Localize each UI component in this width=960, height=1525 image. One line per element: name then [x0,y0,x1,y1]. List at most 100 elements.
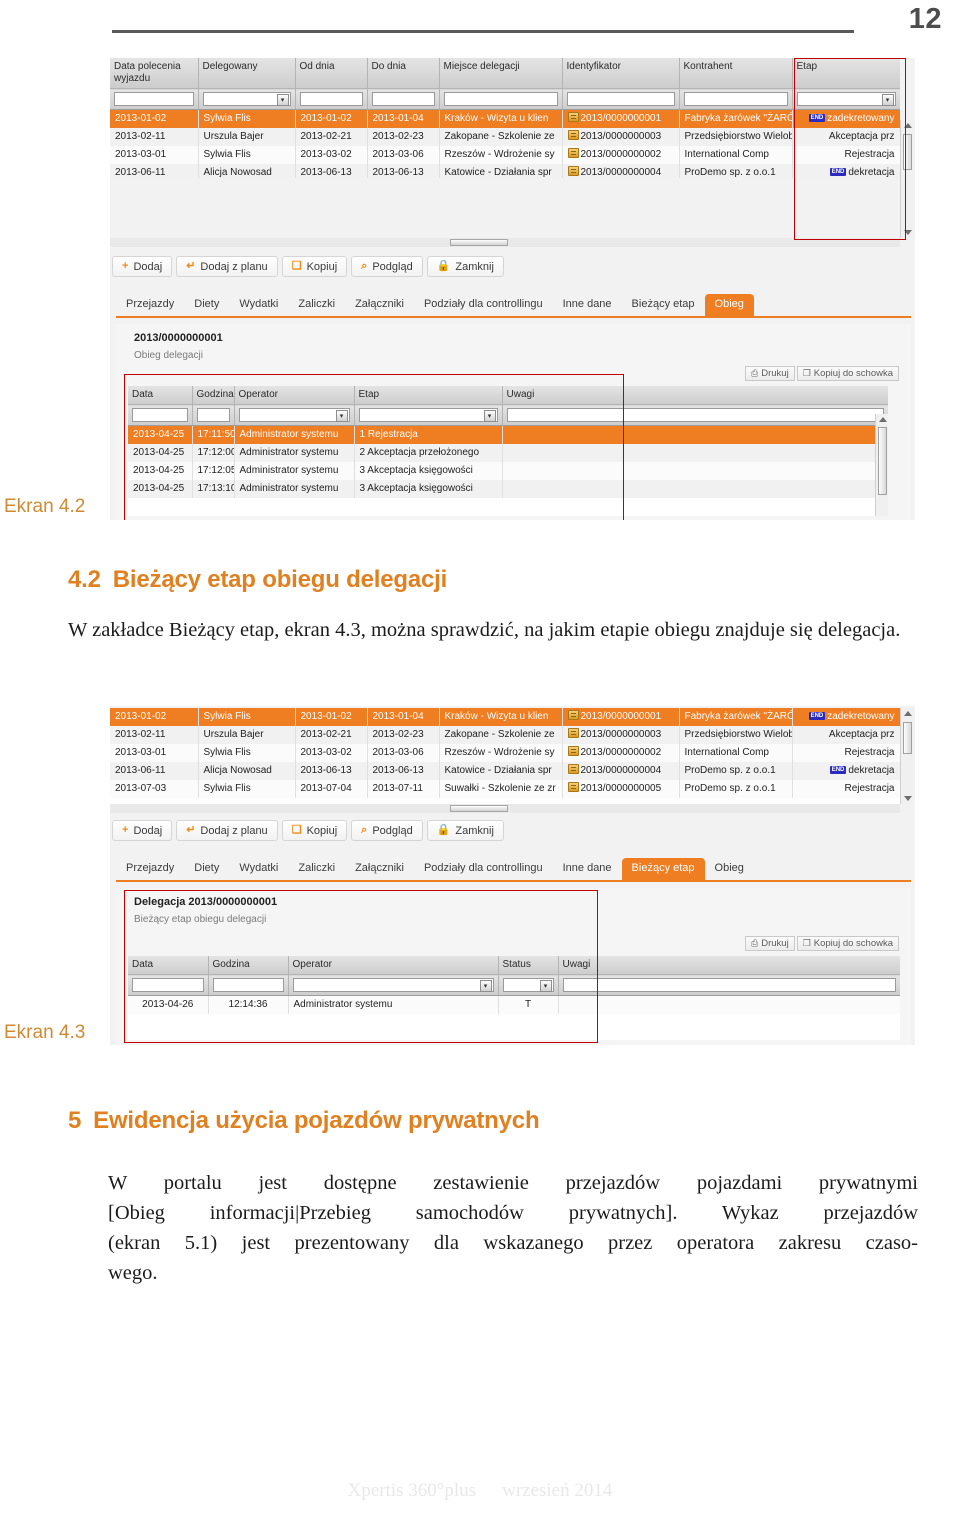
filter-input[interactable] [562,978,896,992]
filter-cell[interactable] [208,974,289,996]
toolbar-kopiuj-button[interactable]: ❏ Kopiuj [281,256,348,277]
tab-wydatki[interactable]: Wydatki [229,294,288,316]
scroll-down-arrow-icon[interactable] [904,796,912,801]
chevron-down-icon[interactable]: ▾ [881,94,894,106]
toolbar-2[interactable]: + Dodaj ↵ Dodaj z planu ❏ Kopiuj ⌕ Podgląd 🔒 Zamk… [112,820,504,841]
tab-obieg[interactable]: Obieg [704,294,754,316]
table-row[interactable]: 2013-07-03 Sylwia Flis 2013-07-04 2013-07-1… [110,780,900,798]
grid-column-header[interactable]: Miejsce delegacji [439,58,563,89]
filter-cell[interactable]: ▾ [198,88,296,110]
filter-input[interactable] [371,92,435,106]
filter-input[interactable]: ▾ [292,978,494,992]
table-row[interactable]: 2013-01-02 Sylwia Flis 2013-01-02 2013-01-0… [110,708,900,726]
tab-zaliczki[interactable]: Zaliczki [288,294,345,316]
filter-input[interactable] [506,408,884,422]
grid-vertical-scrollbar[interactable] [900,120,913,238]
table-row[interactable]: 2013-04-25 17:11:50 Administrator systemu 1… [128,425,888,444]
tab-bar[interactable]: Przejazdy Diety Wydatki Zaliczki Załączniki P… [116,294,911,318]
filter-cell[interactable]: ▾ [354,404,503,426]
filter-cell[interactable]: ▾ [498,974,559,996]
filter-input[interactable] [212,978,284,992]
kopiuj-do-schowka-button[interactable]: ❐ Kopiuj do schowka [796,936,899,951]
toolbar-dodaj-z-planu-button[interactable]: ↵ Dodaj z planu [176,820,278,841]
kopiuj-do-schowka-button[interactable]: ❐ Kopiuj do schowka [796,366,899,381]
table-row[interactable]: 2013-02-11 Urszula Bajer 2013-02-21 2013-02… [110,726,900,744]
hscroll-thumb[interactable] [450,239,508,246]
grid-column-header[interactable]: Delegowany [198,58,296,89]
filter-cell[interactable] [558,974,900,996]
scroll-up-arrow-icon[interactable] [904,123,912,128]
filter-cell[interactable] [367,88,440,110]
grid-column-header[interactable]: Identyfikator [562,58,680,89]
tab-obieg[interactable]: Obieg [705,858,754,880]
grid2-horizontal-scrollbar[interactable] [110,804,900,813]
chevron-down-icon[interactable]: ▾ [479,980,492,992]
tab-wydatki[interactable]: Wydatki [229,858,288,880]
filter-input[interactable] [132,978,204,992]
toolbar-kopiuj-button[interactable]: ❏ Kopiuj [281,820,348,841]
panel-action-buttons[interactable]: ⎙ Drukuj ❐ Kopiuj do schowka [745,366,899,381]
biezacy-column-header[interactable]: Operator [288,956,499,975]
table-row[interactable]: 2013-06-11 Alicja Nowosad 2013-06-13 2013-0… [110,762,900,780]
panel-action-buttons-2[interactable]: ⎙ Drukuj ❐ Kopiuj do schowka [745,936,899,951]
filter-cell[interactable] [128,974,209,996]
filter-input[interactable] [683,92,788,106]
tab-diety[interactable]: Diety [184,858,229,880]
filter-input[interactable] [196,408,230,422]
filter-input[interactable]: ▾ [358,408,498,422]
biezacy-column-header[interactable]: Data [128,956,209,975]
filter-input[interactable] [114,92,194,106]
table-row[interactable]: 2013-04-26 12:14:36 Administrator systemu T [128,995,900,1014]
obieg-column-header[interactable]: Data [128,386,193,405]
filter-cell[interactable] [295,88,368,110]
tab-załączniki[interactable]: Załączniki [345,858,414,880]
filter-cell[interactable]: ▾ [288,974,499,996]
tab-załączniki[interactable]: Załączniki [345,294,414,316]
filter-cell[interactable] [679,88,793,110]
toolbar[interactable]: + Dodaj ↵ Dodaj z planu ❏ Kopiuj ⌕ Podgląd 🔒 Zamk… [112,256,504,277]
biezacy-column-header[interactable]: Uwagi [558,956,900,975]
grid-filter-row[interactable]: ▾ ▾ [110,88,900,110]
hscroll-thumb[interactable] [450,805,508,812]
table-row[interactable]: 2013-06-11 Alicja Nowosad 2013-06-13 2013-0… [110,164,900,178]
toolbar-zamknij-button[interactable]: 🔒 Zamknij [426,256,504,277]
tab-podziały-dla-controllingu[interactable]: Podziały dla controllingu [414,294,553,316]
filter-input[interactable]: ▾ [238,408,350,422]
filter-cell[interactable] [128,404,193,426]
grid-column-header[interactable]: Etap [792,58,900,89]
filter-input[interactable] [132,408,188,422]
scroll-up-arrow-icon[interactable] [879,417,887,422]
obieg-column-header[interactable]: Etap [354,386,503,405]
table-row[interactable]: 2013-04-25 17:12:05 Administrator systemu 3… [128,462,888,480]
toolbar-dodaj-button[interactable]: + Dodaj [112,256,173,277]
filter-input[interactable] [299,92,363,106]
tab-inne-dane[interactable]: Inne dane [553,294,622,316]
toolbar-podgl-d-button[interactable]: ⌕ Podgląd [351,820,423,841]
chevron-down-icon[interactable]: ▾ [539,980,552,992]
delegations-grid-2[interactable]: 2013-01-02 Sylwia Flis 2013-01-02 2013-01-0… [110,708,900,804]
filter-input[interactable]: ▾ [202,92,291,106]
grid-column-header[interactable]: Do dnia [367,58,440,89]
obieg-column-header[interactable]: Godzina [192,386,235,405]
scroll-up-arrow-icon[interactable] [904,711,912,716]
delegations-grid[interactable]: Data polecenia wyjazdu Delegowany Od dnia D… [110,58,900,178]
grid-horizontal-scrollbar[interactable] [110,238,900,247]
grid-column-header[interactable]: Kontrahent [679,58,793,89]
obieg-vertical-scrollbar[interactable] [875,414,888,516]
filter-cell[interactable]: ▾ [234,404,355,426]
toolbar-podgl-d-button[interactable]: ⌕ Podgląd [351,256,423,277]
tab-zaliczki[interactable]: Zaliczki [288,858,345,880]
filter-cell[interactable] [439,88,563,110]
scroll-down-arrow-icon[interactable] [904,230,912,235]
tab-przejazdy[interactable]: Przejazdy [116,858,184,880]
filter-cell[interactable] [110,88,199,110]
table-row[interactable]: 2013-03-01 Sylwia Flis 2013-03-02 2013-03-0… [110,744,900,762]
grid-column-header[interactable]: Od dnia [295,58,368,89]
filter-input[interactable] [566,92,675,106]
toolbar-zamknij-button[interactable]: 🔒 Zamknij [426,820,504,841]
drukuj-button[interactable]: ⎙ Drukuj [745,366,795,381]
toolbar-dodaj-button[interactable]: + Dodaj [112,820,173,841]
filter-cell[interactable]: ▾ [792,88,900,110]
filter-input[interactable] [443,92,558,106]
biezacy-filter-row[interactable]: ▾ ▾ [128,974,900,996]
